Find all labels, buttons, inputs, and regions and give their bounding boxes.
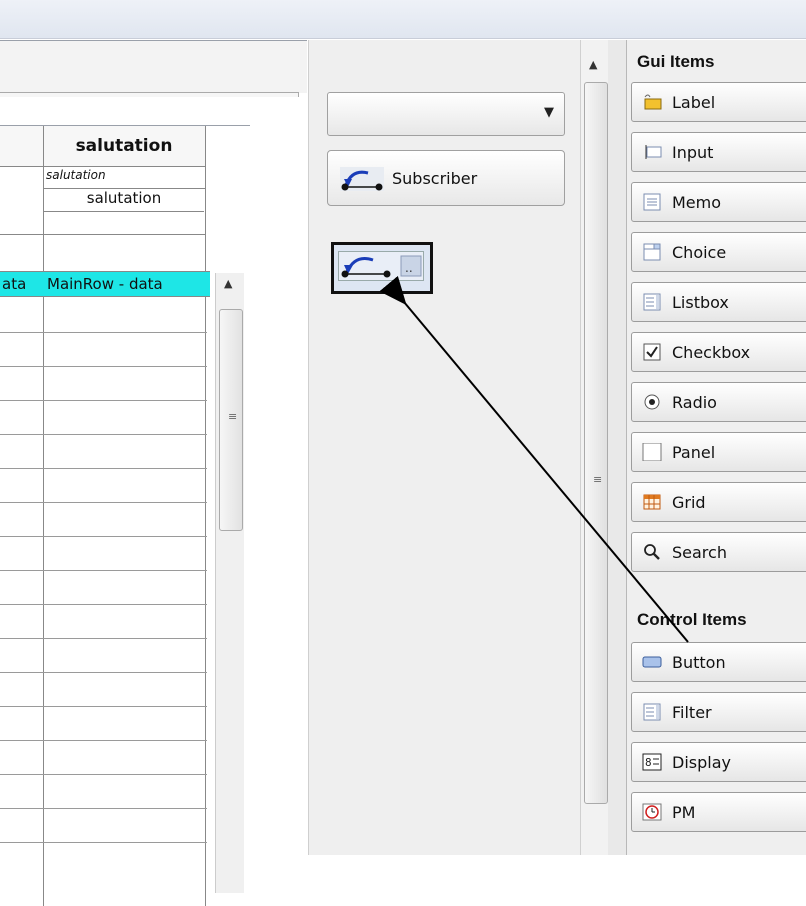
palette-item-memo[interactable]: Memo bbox=[631, 182, 806, 222]
palette-item-text: Panel bbox=[672, 443, 716, 462]
palette-item-text: Input bbox=[672, 143, 714, 162]
gui-items-title: Gui Items bbox=[637, 52, 715, 71]
grip-icon: ≡ bbox=[228, 410, 238, 423]
scroll-thumb[interactable]: ≡ bbox=[584, 82, 608, 804]
palette-item-panel[interactable]: Panel bbox=[631, 432, 806, 472]
palette-item-search[interactable]: Search bbox=[631, 532, 806, 572]
table-row bbox=[0, 740, 207, 741]
table-row bbox=[0, 638, 207, 639]
scroll-up-icon[interactable]: ▲ bbox=[589, 58, 597, 71]
cell-mainrow: MainRow - data bbox=[47, 275, 163, 293]
top-bar bbox=[0, 0, 806, 39]
subscriber-button[interactable]: Subscriber bbox=[327, 150, 565, 206]
grid-vertical-scrollbar[interactable]: ▲ ≡ bbox=[215, 273, 244, 893]
table-row bbox=[0, 468, 207, 469]
table-row bbox=[0, 808, 207, 809]
radio-icon bbox=[644, 394, 660, 410]
grid-icon bbox=[643, 494, 661, 510]
table-row bbox=[0, 332, 207, 333]
palette-item-label[interactable]: Label bbox=[631, 82, 806, 122]
tab-border bbox=[0, 92, 299, 97]
display-icon: 8 bbox=[642, 753, 662, 771]
tab-strip bbox=[0, 41, 307, 93]
grid-header: salutation bbox=[0, 126, 205, 167]
clock-icon bbox=[642, 803, 662, 821]
palette-item-choice[interactable]: Choice bbox=[631, 232, 806, 272]
palette-pane: Gui Items Label Input Memo Choice Listbo… bbox=[626, 40, 806, 855]
palette-item-text: Button bbox=[672, 653, 726, 672]
cell-left: ata bbox=[2, 275, 27, 293]
palette-item-text: Checkbox bbox=[672, 343, 751, 362]
grid-subheader-value: salutation bbox=[44, 189, 204, 212]
scroll-thumb[interactable]: ≡ bbox=[219, 309, 243, 531]
table-row bbox=[0, 570, 207, 571]
scroll-up-icon[interactable]: ▲ bbox=[224, 277, 232, 290]
splitter[interactable] bbox=[608, 40, 626, 855]
listbox-icon bbox=[643, 293, 661, 311]
table-row-selected[interactable]: ata MainRow - data bbox=[0, 271, 210, 297]
palette-item-filter[interactable]: Filter bbox=[631, 692, 806, 732]
checkbox-icon bbox=[643, 343, 661, 361]
column-separator bbox=[205, 126, 206, 906]
chevron-down-icon[interactable]: ▼ bbox=[544, 105, 554, 120]
table-row bbox=[0, 706, 207, 707]
palette-item-text: Filter bbox=[672, 703, 712, 722]
palette-item-listbox[interactable]: Listbox bbox=[631, 282, 806, 322]
choice-icon bbox=[643, 243, 661, 261]
label-icon bbox=[644, 94, 662, 110]
table-row bbox=[0, 774, 207, 775]
palette-item-text: Display bbox=[672, 753, 731, 772]
design-canvas: ▼ Subscriber .. bbox=[308, 40, 581, 855]
subscriber-widget-icon: .. bbox=[338, 251, 424, 281]
table-row bbox=[0, 400, 207, 401]
palette-item-checkbox[interactable]: Checkbox bbox=[631, 332, 806, 372]
palette-item-text: Choice bbox=[672, 243, 727, 262]
palette-item-text: Memo bbox=[672, 193, 722, 212]
subscriber-combo[interactable]: ▼ bbox=[327, 92, 565, 136]
data-grid: salutation salutation salutation ata Mai… bbox=[0, 125, 250, 906]
table-row bbox=[0, 842, 207, 843]
palette-item-text: Grid bbox=[672, 493, 706, 512]
grip-icon: ≡ bbox=[593, 473, 603, 486]
column-header-salutation[interactable]: salutation bbox=[44, 136, 204, 156]
palette-item-text: Label bbox=[672, 93, 716, 112]
palette-item-text: Radio bbox=[672, 393, 717, 412]
canvas-vertical-scrollbar[interactable]: ▲ ≡ bbox=[580, 40, 610, 855]
table-row bbox=[0, 366, 207, 367]
palette-item-text: Listbox bbox=[672, 293, 729, 312]
table-row bbox=[0, 434, 207, 435]
palette-item-button[interactable]: Button bbox=[631, 642, 806, 682]
grid-blank-row bbox=[0, 212, 205, 235]
palette-item-text: Search bbox=[672, 543, 727, 562]
palette-item-radio[interactable]: Radio bbox=[631, 382, 806, 422]
control-items-title: Control Items bbox=[637, 610, 747, 629]
filter-icon bbox=[643, 703, 661, 721]
button-icon bbox=[642, 656, 662, 668]
table-row bbox=[0, 604, 207, 605]
search-icon bbox=[644, 544, 660, 560]
subscriber-label: Subscriber bbox=[392, 169, 478, 188]
grid-pane: salutation salutation salutation ata Mai… bbox=[0, 40, 307, 906]
palette-item-grid[interactable]: Grid bbox=[631, 482, 806, 522]
palette-item-pm[interactable]: PM bbox=[631, 792, 806, 832]
palette-item-input[interactable]: Input bbox=[631, 132, 806, 172]
input-icon bbox=[645, 145, 662, 159]
table-row bbox=[0, 502, 207, 503]
palette-item-text: PM bbox=[672, 803, 696, 822]
column-separator bbox=[43, 126, 44, 906]
placed-subscriber-widget[interactable]: .. bbox=[331, 242, 433, 294]
palette-item-display[interactable]: 8 Display bbox=[631, 742, 806, 782]
memo-icon bbox=[643, 193, 661, 211]
table-row bbox=[0, 672, 207, 673]
svg-text:8: 8 bbox=[645, 756, 652, 769]
grid-subheader-italic: salutation bbox=[44, 168, 206, 189]
svg-text:..: .. bbox=[405, 261, 413, 275]
subscriber-icon bbox=[340, 167, 384, 191]
table-row bbox=[0, 536, 207, 537]
panel-icon bbox=[642, 443, 662, 461]
